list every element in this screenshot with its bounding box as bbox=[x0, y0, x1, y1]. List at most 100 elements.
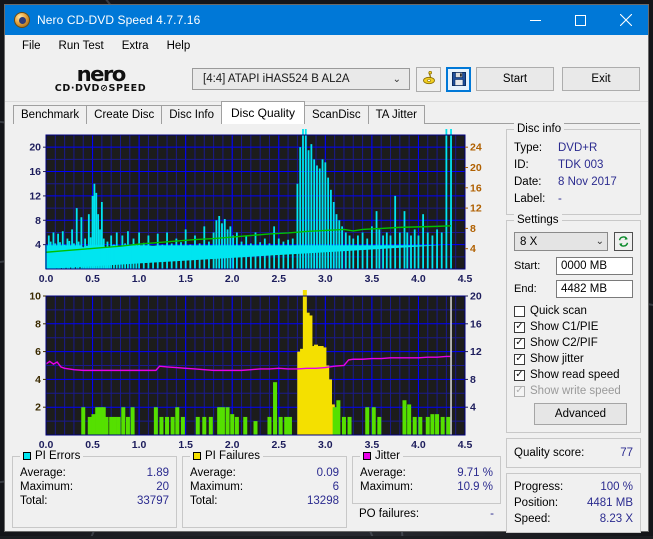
minimize-button[interactable] bbox=[513, 5, 558, 35]
tab-create-disc[interactable]: Create Disc bbox=[86, 105, 162, 124]
svg-text:6: 6 bbox=[35, 346, 41, 358]
svg-text:12: 12 bbox=[29, 190, 41, 202]
speed-select-value: 8 X bbox=[520, 236, 596, 248]
svg-text:4: 4 bbox=[470, 243, 476, 255]
speed-select[interactable]: 8 X ⌄ bbox=[514, 232, 608, 251]
checkbox-box: ✓ bbox=[514, 322, 525, 333]
svg-text:2.0: 2.0 bbox=[225, 273, 240, 285]
quality-score-value: 77 bbox=[620, 445, 633, 461]
checkbox-label: Show write speed bbox=[530, 385, 621, 397]
jitter-maximum-value: 10.9 % bbox=[457, 480, 493, 494]
checkbox-show-c1-pie[interactable]: ✓ Show C1/PIE bbox=[514, 319, 633, 335]
checkbox-show-jitter[interactable]: ✓ Show jitter bbox=[514, 351, 633, 367]
speed-label: Speed: bbox=[514, 511, 550, 527]
tab-benchmark[interactable]: Benchmark bbox=[13, 105, 87, 124]
save-button[interactable] bbox=[446, 67, 471, 92]
svg-text:2: 2 bbox=[35, 402, 41, 414]
exit-button[interactable]: Exit bbox=[562, 67, 640, 91]
disc-date-label: Date: bbox=[514, 174, 558, 191]
progress-panel: Progress:100 % Position:4481 MB Speed:8.… bbox=[506, 473, 641, 533]
pi-failures-total-label: Total: bbox=[190, 494, 218, 508]
menu-bar: File Run Test Extra Help bbox=[5, 35, 648, 57]
checkbox-label: Show jitter bbox=[530, 353, 584, 365]
svg-text:4.0: 4.0 bbox=[411, 439, 426, 451]
tab-content: 4812162048121620240.00.51.01.52.02.53.03… bbox=[5, 124, 648, 539]
svg-text:4: 4 bbox=[35, 374, 41, 386]
pi-failures-legend: PI Failures bbox=[190, 450, 263, 462]
jitter-average-value: 9.71 % bbox=[457, 466, 493, 480]
checkbox-quick-scan[interactable]: Quick scan bbox=[514, 303, 633, 319]
settings-panel: Settings 8 X ⌄ bbox=[506, 220, 641, 433]
progress-value: 100 % bbox=[600, 479, 633, 495]
pi-errors-maximum-value: 20 bbox=[156, 480, 169, 494]
disc-label-value: - bbox=[558, 191, 562, 208]
maximize-button[interactable] bbox=[558, 5, 603, 35]
tab-ta-jitter[interactable]: TA Jitter bbox=[368, 105, 425, 124]
pi-failures-stats: PI Failures Average:0.09 Maximum:6 Total… bbox=[182, 456, 347, 528]
checkbox-box: ✓ bbox=[514, 354, 525, 365]
pi-errors-average-label: Average: bbox=[20, 466, 66, 480]
checkbox-show-read-speed[interactable]: ✓ Show read speed bbox=[514, 367, 633, 383]
jitter-stats: Jitter Average:9.71 % Maximum:10.9 % bbox=[352, 456, 501, 504]
svg-text:4: 4 bbox=[35, 239, 41, 251]
svg-text:16: 16 bbox=[29, 166, 41, 178]
svg-text:2.5: 2.5 bbox=[271, 439, 286, 451]
menu-item-help[interactable]: Help bbox=[158, 37, 200, 55]
pi-failures-chart-canvas: 246810481216200.00.51.01.52.02.53.03.54.… bbox=[12, 290, 501, 453]
refresh-button[interactable] bbox=[614, 232, 633, 251]
disc-eject-button[interactable] bbox=[416, 67, 441, 92]
drive-select-value: [4:4] ATAPI iHAS524 B AL2A bbox=[203, 73, 393, 85]
svg-text:8: 8 bbox=[470, 374, 476, 386]
logo-nero-text: nero bbox=[76, 65, 124, 83]
checkbox-label: Quick scan bbox=[530, 305, 587, 317]
close-button[interactable] bbox=[603, 5, 648, 35]
svg-text:4: 4 bbox=[470, 402, 476, 414]
jitter-maximum-label: Maximum: bbox=[360, 480, 413, 494]
tab-scandisc[interactable]: ScanDisc bbox=[304, 105, 369, 124]
checkbox-show-write-speed: ✓ Show write speed bbox=[514, 383, 633, 399]
tab-disc-info[interactable]: Disc Info bbox=[161, 105, 222, 124]
start-button[interactable]: Start bbox=[476, 67, 554, 91]
checkbox-box bbox=[514, 306, 525, 317]
pi-failures-chart: 246810481216200.00.51.01.52.02.53.03.54.… bbox=[12, 290, 501, 453]
svg-text:4.5: 4.5 bbox=[458, 439, 473, 451]
disc-type-value: DVD+R bbox=[558, 140, 597, 157]
end-field[interactable]: 4482 MB bbox=[556, 280, 633, 298]
pi-failures-average-value: 0.09 bbox=[317, 466, 339, 480]
pi-errors-chart: 4812162048121620240.00.51.01.52.02.53.03… bbox=[12, 129, 501, 287]
jitter-average-label: Average: bbox=[360, 466, 406, 480]
disc-label-label: Label: bbox=[514, 191, 558, 208]
disc-type-label: Type: bbox=[514, 140, 558, 157]
pi-failures-maximum-value: 6 bbox=[333, 480, 339, 494]
jitter-legend: Jitter bbox=[360, 450, 403, 462]
svg-text:0.5: 0.5 bbox=[85, 439, 100, 451]
menu-item-run-test[interactable]: Run Test bbox=[50, 37, 113, 55]
title-bar: Nero CD-DVD Speed 4.7.7.16 bbox=[5, 5, 648, 35]
pi-errors-legend: PI Errors bbox=[20, 450, 83, 462]
svg-text:20: 20 bbox=[470, 162, 482, 174]
svg-text:0.0: 0.0 bbox=[39, 273, 54, 285]
checkbox-show-c2-pif[interactable]: ✓ Show C2/PIF bbox=[514, 335, 633, 351]
quality-score-panel: Quality score: 77 bbox=[506, 438, 641, 468]
svg-text:1.0: 1.0 bbox=[132, 439, 147, 451]
svg-text:1.0: 1.0 bbox=[132, 273, 147, 285]
disc-id-value: TDK 003 bbox=[558, 157, 603, 174]
window-title: Nero CD-DVD Speed 4.7.7.16 bbox=[37, 13, 200, 27]
pi-errors-total-label: Total: bbox=[20, 494, 48, 508]
checkbox-label: Show C1/PIE bbox=[530, 321, 598, 333]
drive-select[interactable]: [4:4] ATAPI iHAS524 B AL2A ⌄ bbox=[192, 68, 410, 90]
sidebar: Disc info Type:DVD+R ID:TDK 003 Date:8 N… bbox=[506, 129, 641, 533]
menu-item-file[interactable]: File bbox=[13, 37, 50, 55]
svg-text:12: 12 bbox=[470, 203, 482, 215]
svg-text:1.5: 1.5 bbox=[178, 273, 193, 285]
svg-text:4.5: 4.5 bbox=[458, 273, 473, 285]
tab-disc-quality[interactable]: Disc Quality bbox=[221, 101, 305, 124]
settings-legend: Settings bbox=[514, 214, 562, 226]
jitter-stats-wrap: Jitter Average:9.71 % Maximum:10.9 % PO … bbox=[352, 456, 501, 528]
start-field[interactable]: 0000 MB bbox=[556, 257, 633, 275]
advanced-button[interactable]: Advanced bbox=[534, 403, 627, 425]
checkbox-label: Show C2/PIF bbox=[530, 337, 598, 349]
checkbox-box: ✓ bbox=[514, 338, 525, 349]
po-failures-value: - bbox=[490, 507, 494, 521]
menu-item-extra[interactable]: Extra bbox=[113, 37, 158, 55]
